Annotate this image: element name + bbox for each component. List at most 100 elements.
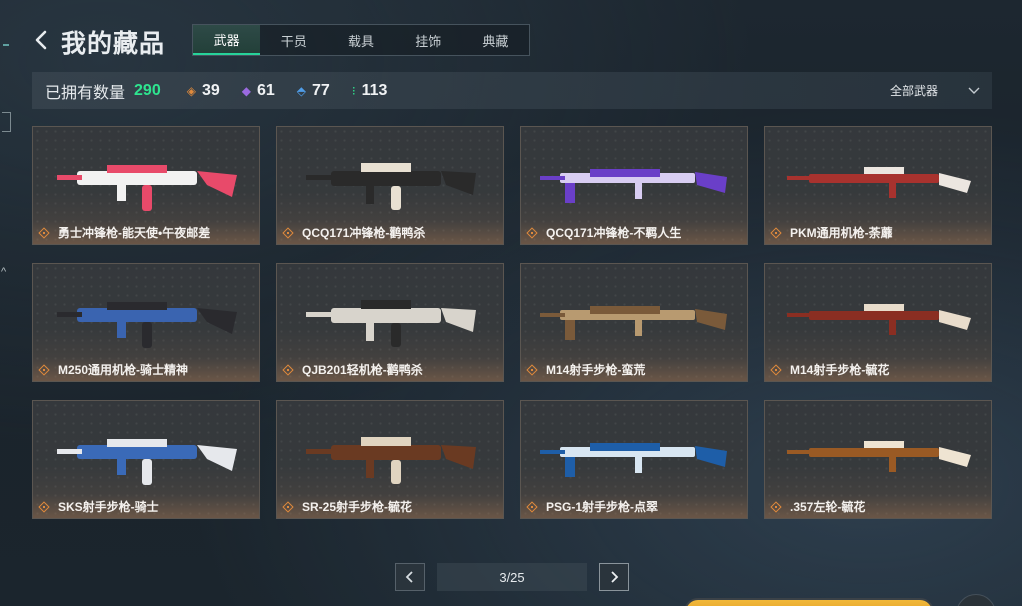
weapon-image [787, 304, 971, 335]
rarity-diamond-icon [771, 365, 781, 375]
collection-card[interactable]: SKS射手步枪-骑士 [32, 400, 260, 519]
rarity-diamond-icon [39, 365, 49, 375]
page-indicator: 3/25 [437, 563, 587, 591]
chevron-left-icon [35, 30, 47, 50]
caret-up-icon[interactable]: ^ [1, 266, 6, 278]
owned-count: 290 [134, 81, 161, 99]
purple-diamond-icon: ◆ [241, 83, 251, 98]
rarity-diamond-icon [39, 228, 49, 238]
weapon-image [57, 439, 237, 485]
card-label: M250通用机枪-骑士精神 [39, 361, 188, 378]
rarity-diamond-icon [283, 228, 293, 238]
collection-card[interactable]: SR-25射手步枪-毓花 [276, 400, 504, 519]
item-name: M250通用机枪-骑士精神 [58, 363, 189, 377]
tier-stat: ⬘ 77 [297, 82, 330, 100]
owned-label: 已拥有数量 [45, 84, 126, 102]
card-label: M14射手步枪-蛮荒 [527, 361, 645, 378]
chevron-down-icon [968, 87, 980, 94]
collection-card[interactable]: PKM通用机枪-荼蘼 [764, 126, 992, 245]
weapon-image [306, 437, 476, 484]
rarity-diamond-icon [771, 228, 781, 238]
collection-card[interactable]: 勇士冲锋枪-能天使•午夜邮差 [32, 126, 260, 245]
weapon-image [787, 441, 971, 472]
weapon-image [540, 169, 727, 203]
item-name: PKM通用机枪-荼蘼 [790, 226, 893, 240]
rarity-diamond-icon [527, 365, 537, 375]
stats-bar: 已拥有数量 290 ◈ 39 ◆ 61 ⬘ 77 ⁝ 113 全部武器 [32, 72, 992, 109]
collection-card[interactable]: M14射手步枪-毓花 [764, 263, 992, 382]
tier-count: 77 [312, 81, 330, 99]
collection-card[interactable]: QCQ171冲锋枪-不羁人生 [520, 126, 748, 245]
orange-diamond-icon: ◈ [186, 83, 196, 98]
card-label: PSG-1射手步枪-点翠 [527, 498, 658, 515]
card-label: M14射手步枪-毓花 [771, 361, 889, 378]
rarity-diamond-icon [283, 502, 293, 512]
rarity-diamond-icon [527, 228, 537, 238]
card-label: QCQ171冲锋枪-鹳鸭杀 [283, 224, 425, 241]
item-name: SKS射手步枪-骑士 [58, 500, 159, 514]
next-page-button[interactable] [599, 563, 629, 591]
rarity-diamond-icon [283, 365, 293, 375]
collection-card[interactable]: QCQ171冲锋枪-鹳鸭杀 [276, 126, 504, 245]
collection-grid: 勇士冲锋枪-能天使•午夜邮差 QCQ171冲锋枪-鹳鸭杀 QCQ171冲锋枪-不羁人… [32, 126, 992, 519]
tab-1[interactable]: 干员 [260, 25, 327, 55]
prev-page-button[interactable] [395, 563, 425, 591]
weapon-image [787, 167, 971, 198]
collection-card[interactable]: .357左轮-毓花 [764, 400, 992, 519]
corner-button[interactable] [956, 594, 996, 606]
tier-stat: ◈ 39 [187, 82, 220, 100]
category-tabs: 武器 干员 载具 挂饰 典藏 [192, 24, 530, 56]
tab-4[interactable]: 典藏 [462, 25, 529, 55]
green-dots-icon: ⁝ [351, 83, 356, 98]
filter-label: 全部武器 [889, 84, 938, 98]
collection-card[interactable]: M14射手步枪-蛮荒 [520, 263, 748, 382]
back-button[interactable] [30, 26, 54, 54]
card-label: SR-25射手步枪-毓花 [283, 498, 412, 515]
tier-stat: ◆ 61 [242, 82, 275, 100]
tier-count: 61 [256, 81, 275, 99]
tab-2[interactable]: 载具 [327, 25, 394, 55]
tier-count: 113 [361, 81, 388, 99]
weapon-image [540, 443, 727, 477]
item-name: PSG-1射手步枪-点翠 [546, 500, 659, 514]
card-label: QJB201轻机枪-鹳鸭杀 [283, 361, 423, 378]
rarity-diamond-icon [527, 502, 537, 512]
weapon-image [57, 165, 237, 211]
edge-marker [3, 44, 9, 46]
collection-card[interactable]: M250通用机枪-骑士精神 [32, 263, 260, 382]
tier-count: 39 [201, 81, 220, 99]
card-label: SKS射手步枪-骑士 [39, 498, 159, 515]
edge-box [2, 112, 11, 132]
tab-0[interactable]: 武器 [193, 25, 261, 55]
card-label: PKM通用机枪-荼蘼 [771, 224, 893, 241]
item-name: .357左轮-毓花 [790, 500, 866, 514]
item-name: M14射手步枪-蛮荒 [546, 363, 646, 377]
weapon-image [57, 302, 237, 348]
chevron-left-icon [405, 571, 413, 583]
card-label: 勇士冲锋枪-能天使•午夜邮差 [39, 224, 210, 241]
item-name: SR-25射手步枪-毓花 [302, 500, 413, 514]
blue-arrow-icon: ⬘ [296, 83, 307, 98]
item-name: QCQ171冲锋枪-不羁人生 [546, 226, 682, 240]
collection-card[interactable]: QJB201轻机枪-鹳鸭杀 [276, 263, 504, 382]
action-button[interactable] [684, 598, 934, 606]
item-name: QJB201轻机枪-鹳鸭杀 [302, 363, 423, 377]
tier-stat: ⁝ 113 [352, 82, 388, 100]
item-name: M14射手步枪-毓花 [790, 363, 890, 377]
weapon-image [540, 306, 727, 340]
page-title: 我的藏品 [61, 30, 166, 58]
left-edge-strip: ^ [0, 0, 14, 606]
weapon-image [306, 163, 476, 210]
item-name: 勇士冲锋枪-能天使•午夜邮差 [58, 226, 211, 240]
weapon-filter-dropdown[interactable]: 全部武器 [890, 72, 980, 109]
collection-card[interactable]: PSG-1射手步枪-点翠 [520, 400, 748, 519]
rarity-diamond-icon [771, 502, 781, 512]
item-name: QCQ171冲锋枪-鹳鸭杀 [302, 226, 426, 240]
card-label: QCQ171冲锋枪-不羁人生 [527, 224, 681, 241]
card-label: .357左轮-毓花 [771, 498, 865, 515]
chevron-right-icon [611, 571, 619, 583]
weapon-image [306, 300, 476, 347]
tier-stats: ◈ 39 ◆ 61 ⬘ 77 ⁝ 113 [165, 82, 388, 100]
rarity-diamond-icon [39, 502, 49, 512]
tab-3[interactable]: 挂饰 [395, 25, 462, 55]
